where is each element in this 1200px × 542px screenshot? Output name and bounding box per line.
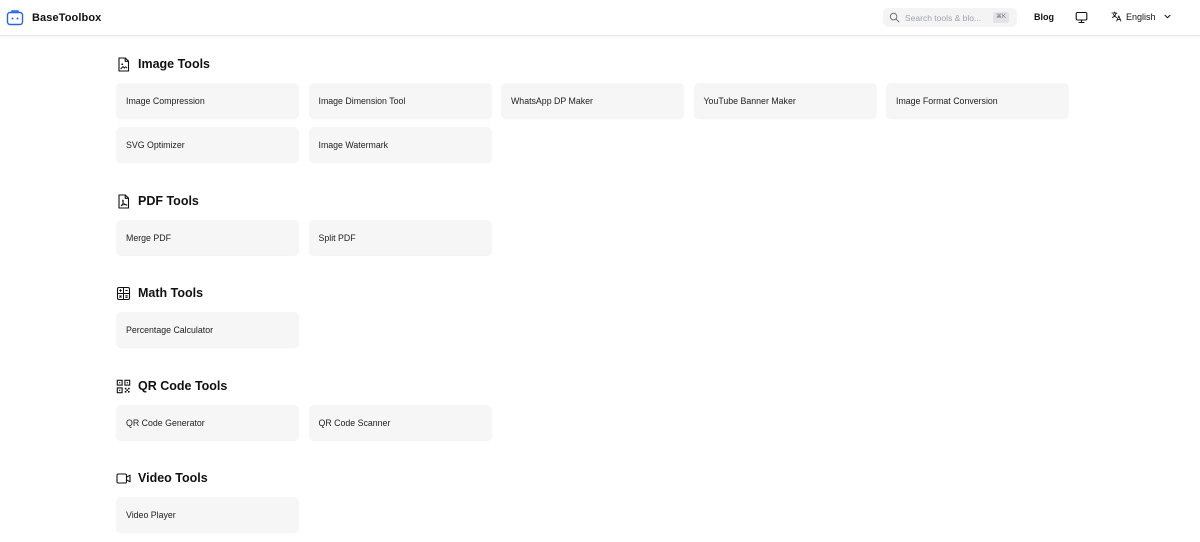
section-video-tools: Video Tools Video Player bbox=[116, 469, 1076, 532]
tool-card[interactable]: Merge PDF bbox=[116, 220, 299, 255]
section-title: QR Code Tools bbox=[138, 379, 228, 393]
tool-card[interactable]: Image Dimension Tool bbox=[308, 83, 492, 118]
section-heading: Image Tools bbox=[116, 55, 1076, 73]
top-header: BaseToolbox ⌘K Blog English bbox=[0, 0, 1200, 36]
tool-grid: Merge PDF Split PDF bbox=[116, 220, 1069, 255]
tool-card[interactable]: SVG Optimizer bbox=[116, 127, 299, 162]
search-shortcut-badge: ⌘K bbox=[992, 12, 1009, 23]
language-label: English bbox=[1126, 11, 1156, 22]
search-icon bbox=[889, 12, 900, 23]
section-heading: PDF Tools bbox=[116, 192, 1076, 210]
tool-card[interactable]: Image Format Conversion bbox=[886, 83, 1069, 118]
image-file-icon bbox=[118, 56, 130, 72]
video-icon bbox=[116, 472, 131, 484]
section-title: Image Tools bbox=[138, 57, 211, 71]
section-heading: Math Tools bbox=[116, 284, 1076, 302]
section-pdf-tools: PDF Tools Merge PDF Split PDF bbox=[116, 192, 1076, 255]
calculator-icon bbox=[116, 286, 131, 300]
tool-grid: QR Code Generator QR Code Scanner bbox=[116, 405, 1069, 440]
section-title: Math Tools bbox=[138, 286, 204, 300]
tool-card[interactable]: QR Code Generator bbox=[116, 405, 299, 440]
section-title: Video Tools bbox=[138, 471, 208, 485]
translate-icon bbox=[1111, 11, 1122, 22]
tool-grid: Video Player bbox=[116, 497, 1069, 532]
pdf-file-icon bbox=[118, 193, 130, 209]
tool-card[interactable]: WhatsApp DP Maker bbox=[501, 83, 684, 118]
language-selector[interactable]: English bbox=[1111, 11, 1172, 22]
tool-card[interactable]: QR Code Scanner bbox=[308, 405, 492, 440]
section-math-tools: Math Tools Percentage Calculator bbox=[116, 284, 1076, 347]
search-box[interactable]: ⌘K bbox=[883, 8, 1017, 27]
brand-name: BaseToolbox bbox=[32, 12, 102, 24]
tool-card[interactable]: Split PDF bbox=[308, 220, 492, 255]
nav-blog-link[interactable]: Blog bbox=[1034, 12, 1054, 22]
chevron-down-icon bbox=[1164, 14, 1171, 19]
tool-card[interactable]: Percentage Calculator bbox=[116, 312, 299, 347]
section-heading: Video Tools bbox=[116, 469, 1076, 487]
tool-grid: Percentage Calculator bbox=[116, 312, 1069, 347]
tool-card[interactable]: YouTube Banner Maker bbox=[693, 83, 877, 118]
section-image-tools: Image Tools Image Compression Image Dime… bbox=[116, 55, 1076, 162]
brand-home-link[interactable]: BaseToolbox bbox=[6, 9, 101, 27]
tool-card[interactable]: Image Watermark bbox=[308, 127, 492, 162]
tool-card[interactable]: Video Player bbox=[116, 497, 299, 532]
section-heading: QR Code Tools bbox=[116, 377, 1076, 395]
monitor-theme-icon[interactable] bbox=[1075, 11, 1088, 24]
toolbox-logo-icon bbox=[6, 10, 24, 26]
qr-code-icon bbox=[116, 379, 131, 393]
tool-grid: Image Compression Image Dimension Tool W… bbox=[116, 83, 1069, 162]
search-input[interactable] bbox=[905, 12, 989, 23]
section-qr-code-tools: QR Code Tools QR Code Generator QR Code … bbox=[116, 377, 1076, 440]
tool-card[interactable]: Image Compression bbox=[116, 83, 299, 118]
section-title: PDF Tools bbox=[138, 194, 199, 208]
